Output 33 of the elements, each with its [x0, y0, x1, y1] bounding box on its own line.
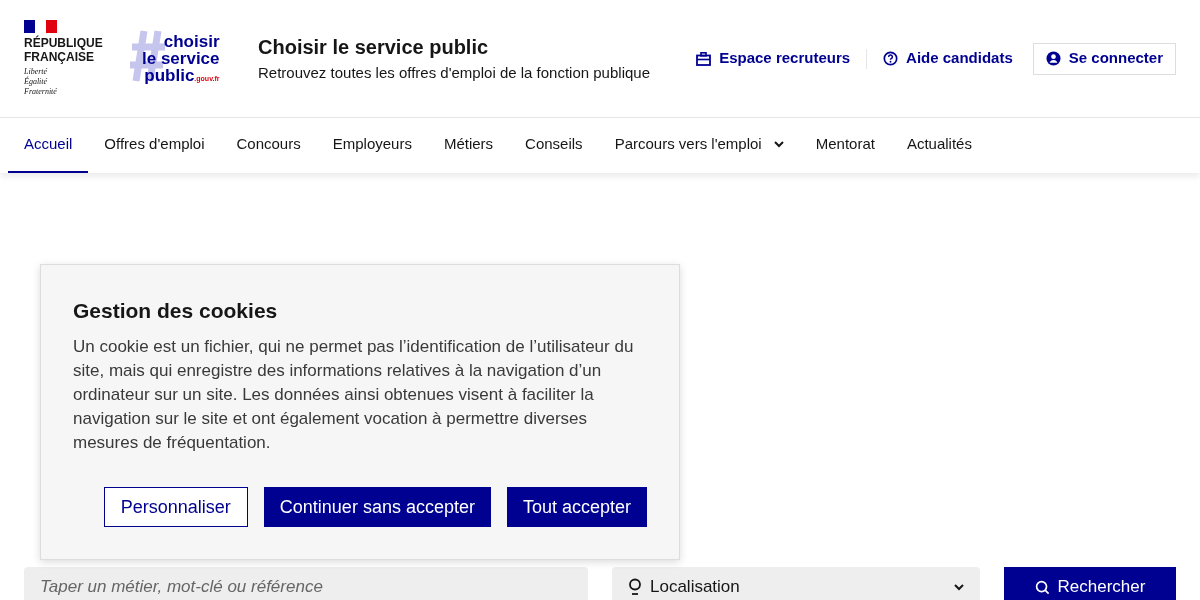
nav-tab[interactable]: Concours: [220, 118, 317, 173]
help-icon: [883, 51, 899, 66]
search-field[interactable]: Taper un métier, mot-clé ou référence: [24, 567, 588, 600]
account-icon: [1045, 51, 1061, 66]
nav-tab[interactable]: Accueil: [8, 118, 89, 173]
nav-tab[interactable]: Actualités: [890, 118, 988, 173]
briefcase-icon: [696, 51, 712, 66]
account-link[interactable]: Se connecter: [1032, 42, 1176, 75]
motto-line: Égalité: [24, 77, 49, 87]
motto-line: Fraternité: [24, 87, 58, 97]
search-button[interactable]: Rechercher: [1004, 567, 1176, 600]
search-icon: [1034, 579, 1050, 595]
nav-tab[interactable]: Parcours vers l'emploi: [598, 118, 800, 173]
help-link[interactable]: Aide candidats: [883, 47, 1013, 70]
chevron-icon: [954, 583, 964, 591]
nav-tab[interactable]: Employeurs: [316, 118, 428, 173]
nav-tab[interactable]: Mentorat: [799, 118, 891, 173]
nav-tab[interactable]: Conseils: [509, 118, 599, 173]
primary-button[interactable]: Tout accepter: [506, 487, 647, 527]
republic-name: RÉPUBLIQUE FRANÇAISE: [24, 36, 104, 64]
location-select[interactable]: Localisation: [612, 567, 980, 600]
dialog-text: Un cookie est un fichier, qui ne permet pas l’identification de l’utilisateur du site, mais qui enregistre des informations relatives à la navigation d’un ordinateur sur un site. Les données ainsi obtenues visent à faciliter la navigation sur le site et ont également vocation à permettre diverses mesures de fréquentation.: [73, 336, 635, 454]
motto-line: Liberté: [24, 67, 49, 76]
primary-button[interactable]: Continuer sans accepter: [263, 487, 491, 527]
dialog-title: Gestion des cookies: [73, 298, 279, 324]
site-tagline: Retrouvez toutes les offres d'emploi de la fonction publique: [258, 62, 650, 83]
nav-tab[interactable]: Offres d'emploi: [88, 118, 221, 173]
flag-icon: [24, 20, 57, 33]
pin-icon: [628, 578, 642, 596]
briefcase-link[interactable]: Espace recruteurs: [696, 47, 851, 70]
site-title: Choisir le service public: [258, 34, 490, 60]
nav-tab[interactable]: Métiers: [427, 118, 510, 173]
secondary-button[interactable]: Personnaliser: [103, 487, 248, 527]
